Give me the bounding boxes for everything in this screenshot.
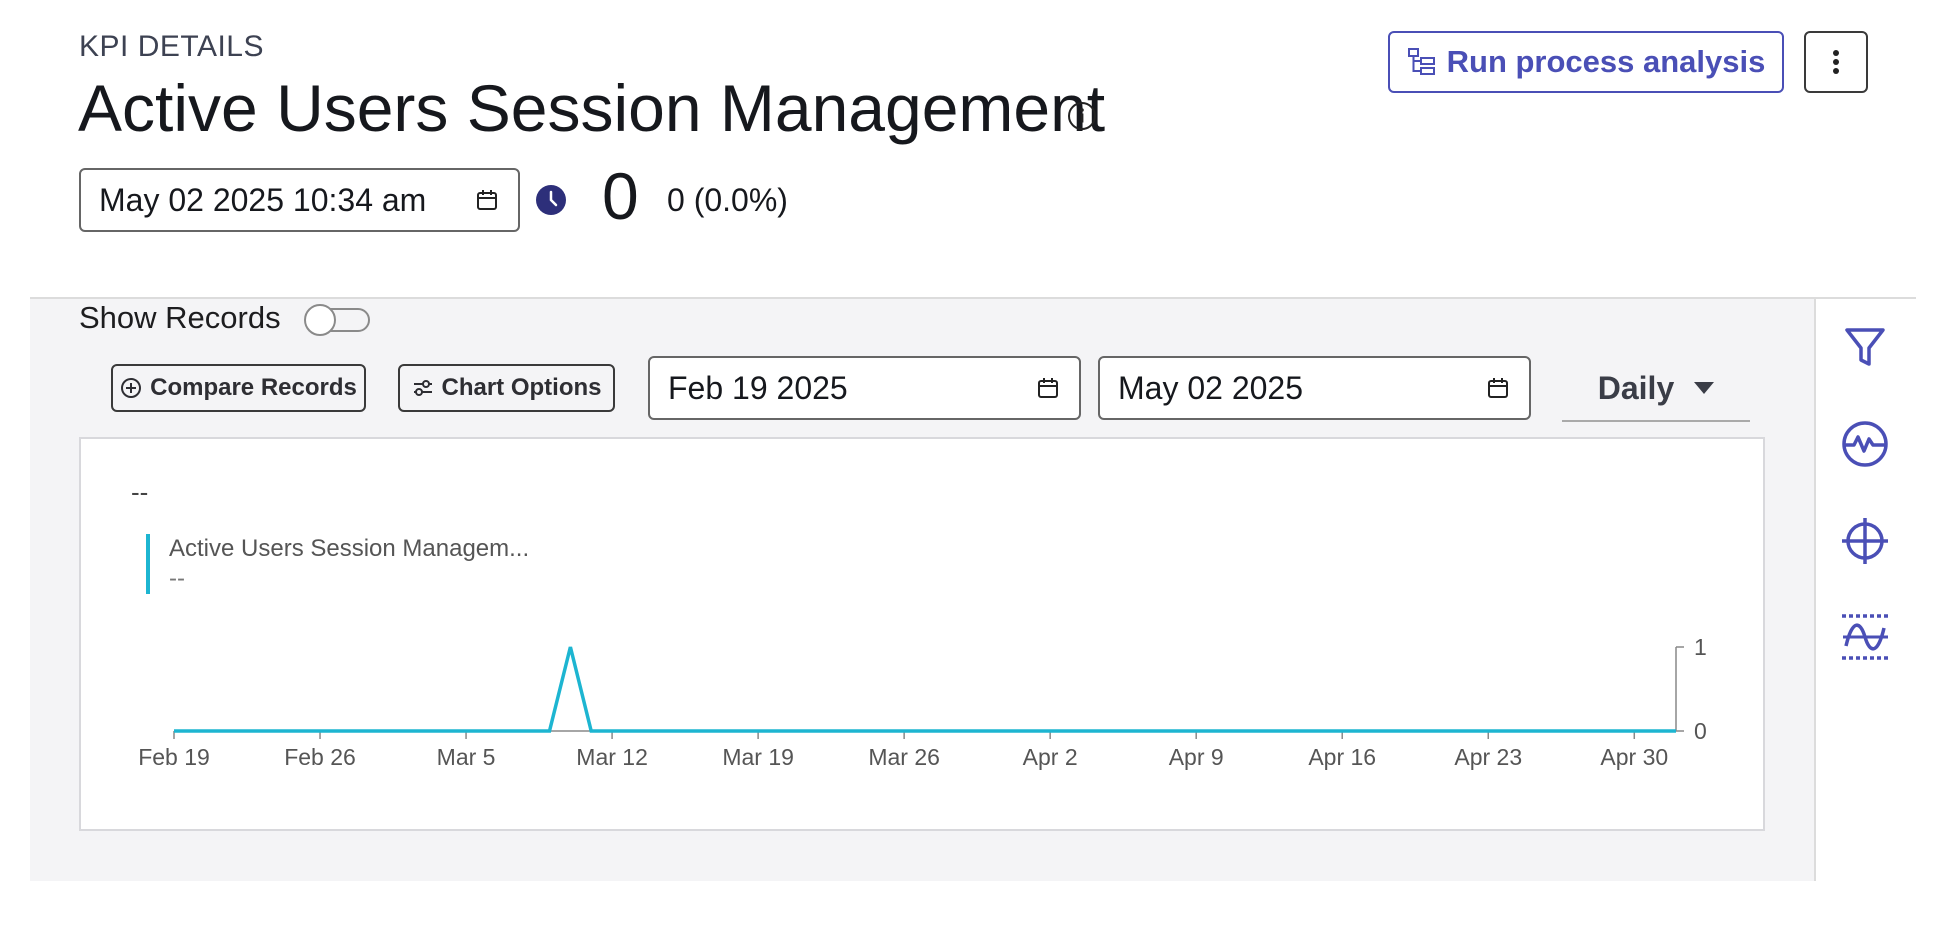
y-tick-label: 1	[1694, 634, 1707, 660]
calendar-icon	[1038, 378, 1058, 398]
series-line	[174, 646, 1676, 733]
chart-header-value: --	[131, 477, 148, 507]
end-date-value: May 02 2025	[1118, 369, 1304, 406]
x-tick-label: Mar 5	[437, 744, 496, 770]
start-date-picker[interactable]: Feb 19 2025	[648, 356, 1081, 420]
x-tick-label: Apr 2	[1023, 744, 1078, 770]
run-process-analysis-button[interactable]: Run process analysis	[1388, 31, 1784, 93]
end-date-picker[interactable]: May 02 2025	[1098, 356, 1531, 420]
kpi-date-value: May 02 2025 10:34 am	[99, 181, 427, 218]
chart-options-label: Chart Options	[441, 374, 602, 401]
x-tick-label: Feb 19	[138, 744, 210, 770]
show-records-toggle[interactable]	[304, 304, 370, 336]
x-tick-label: Apr 30	[1600, 744, 1668, 770]
info-icon[interactable]	[1067, 101, 1097, 131]
threshold-icon[interactable]	[1838, 610, 1892, 664]
line-chart: -- Active Users Session Managem... -- Feb 1…	[131, 477, 1707, 770]
compare-records-label: Compare Records	[150, 374, 357, 401]
side-panel-divider	[1814, 299, 1816, 881]
period-value: Daily	[1597, 369, 1675, 406]
compare-records-button[interactable]: Compare Records	[111, 364, 366, 412]
legend-label: Active Users Session Managem...	[169, 535, 529, 562]
run-process-analysis-label: Run process analysis	[1446, 44, 1766, 79]
filter-icon[interactable]	[1838, 320, 1892, 374]
caret-down-icon	[1694, 382, 1715, 394]
more-options-button[interactable]	[1804, 31, 1868, 93]
chart-options-button[interactable]: Chart Options	[398, 364, 615, 412]
target-icon[interactable]	[1838, 514, 1892, 568]
more-vertical-icon	[1833, 50, 1839, 74]
calendar-icon	[1488, 378, 1508, 398]
x-tick-label: Feb 26	[284, 744, 356, 770]
y-tick-label: 0	[1694, 718, 1707, 744]
pulse-icon[interactable]	[1838, 417, 1892, 471]
chart-card: -- Active Users Session Managem... -- Feb 1…	[79, 437, 1765, 831]
period-select[interactable]: Daily	[1562, 356, 1750, 422]
x-tick-label: Apr 9	[1169, 744, 1224, 770]
x-tick-label: Mar 12	[576, 744, 648, 770]
calendar-icon	[477, 190, 497, 210]
toggle-knob	[304, 304, 336, 336]
kpi-date-picker[interactable]: May 02 2025 10:34 am	[79, 168, 520, 232]
sliders-icon	[413, 380, 432, 396]
show-records-label: Show Records	[79, 300, 281, 335]
kpi-delta: 0 (0.0%)	[667, 182, 788, 218]
process-tree-icon	[1407, 48, 1435, 75]
clock-icon[interactable]	[535, 184, 567, 216]
start-date-value: Feb 19 2025	[668, 369, 848, 406]
page-eyebrow: KPI DETAILS	[79, 30, 265, 63]
x-tick-label: Mar 26	[868, 744, 940, 770]
x-tick-label: Apr 23	[1454, 744, 1522, 770]
x-tick-label: Mar 19	[722, 744, 794, 770]
x-tick-label: Apr 16	[1308, 744, 1376, 770]
legend-value: --	[169, 565, 185, 592]
kpi-value: 0	[602, 159, 639, 233]
legend-swatch	[146, 534, 150, 594]
page-title: Active Users Session Management	[78, 71, 1106, 145]
add-circle-icon	[121, 378, 142, 398]
